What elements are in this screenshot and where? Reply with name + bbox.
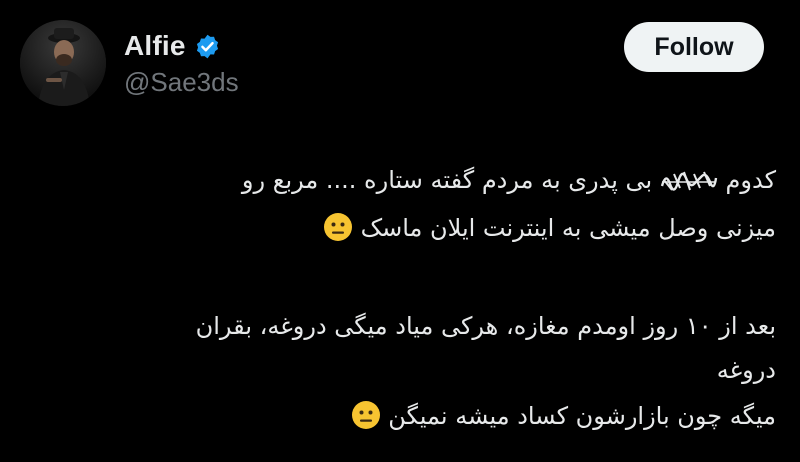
tweet-text-line-5: میگه چون بازارشون کساد میشه نمیگن [46, 400, 776, 430]
tweet-text-rest: بی پدری به مردم گفته ستاره .... مربع رو [241, 166, 653, 194]
neutral-face-emoji-icon [351, 400, 381, 430]
tweet-text-content: میگه چون بازارشون کساد میشه نمیگن [388, 402, 776, 430]
censored-scribble-icon [660, 168, 718, 194]
tweet-text-content: بعد از ۱۰ روز اومدم مغازه، هرکی میاد میگ… [195, 312, 776, 340]
neutral-face-emoji-icon [323, 212, 353, 242]
avatar[interactable] [20, 20, 106, 106]
display-name[interactable]: Alfie [124, 30, 186, 62]
tweet-text-line-4: دروغه [46, 356, 776, 384]
name-row: Alfie [124, 28, 221, 64]
tweet-text-line-2: میزنی وصل میشی به اینترنت ایلان ماسک [46, 212, 776, 242]
verified-badge-icon [194, 33, 221, 60]
user-handle[interactable]: @Sae3ds [124, 67, 239, 98]
tweet-text-line-3: بعد از ۱۰ روز اومدم مغازه، هرکی میاد میگ… [46, 312, 776, 340]
tweet-text-line-1: کدوم بی پدری به مردم گفته ستاره .... مرب… [46, 166, 776, 194]
tweet-card: Alfie @Sae3ds Follow کدوم بی پدری به مرد… [0, 0, 800, 462]
tweet-text-content: دروغه [716, 356, 776, 384]
follow-button[interactable]: Follow [624, 22, 764, 72]
tweet-text-content: میزنی وصل میشی به اینترنت ایلان ماسک [360, 214, 776, 242]
tweet-text-word: کدوم [725, 166, 776, 194]
